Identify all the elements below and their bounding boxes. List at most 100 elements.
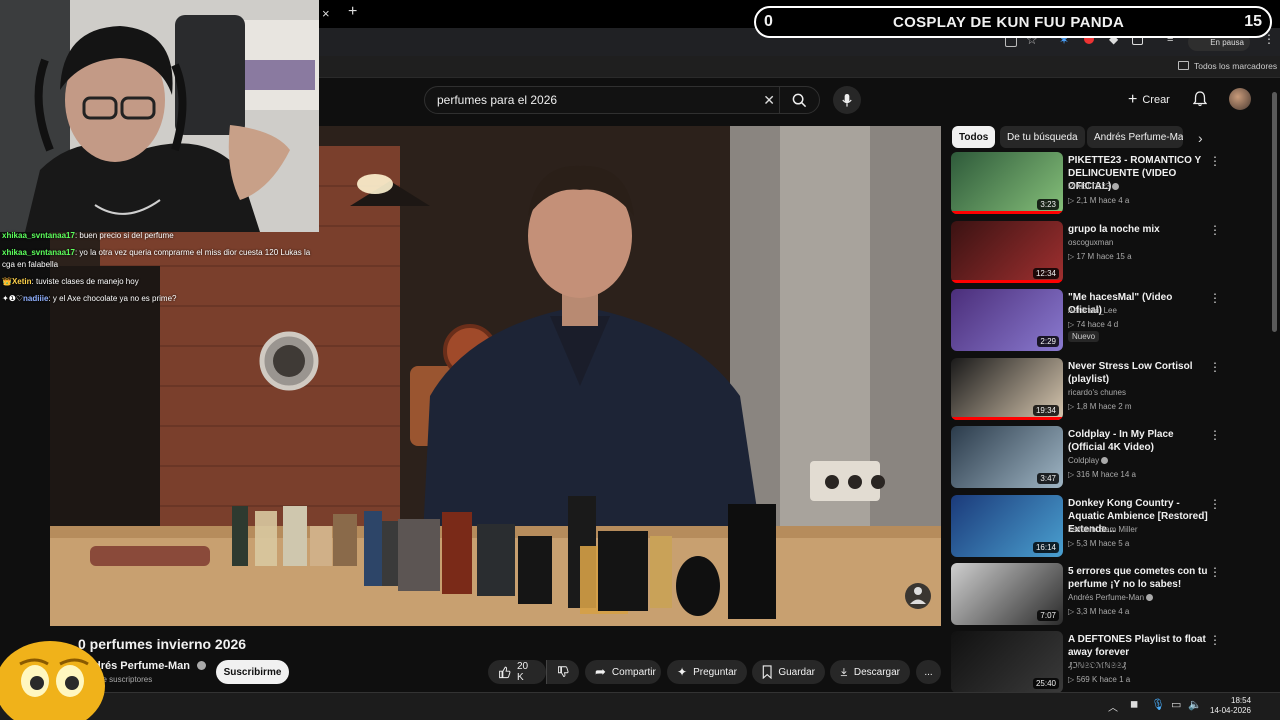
search-input[interactable]: perfumes para el 2026 ✕: [424, 86, 820, 114]
tray-expand-icon[interactable]: ︿: [1108, 699, 1118, 714]
recommendation-title[interactable]: grupo la noche mix: [1068, 223, 1208, 236]
folder-icon: [1178, 61, 1189, 70]
upload-age: hace 5 a: [1098, 539, 1130, 548]
recommendation-thumbnail[interactable]: 12:34: [951, 221, 1063, 283]
overlay-right-count: 15: [1244, 13, 1262, 30]
tray-app-icon[interactable]: ◼: [1130, 699, 1138, 710]
recommendation-channel[interactable]: ricardo's chunes: [1068, 388, 1126, 397]
more-actions-button[interactable]: ...: [916, 660, 941, 684]
chat-text: tuviste clases de manejo hoy: [35, 277, 139, 286]
recommendation-menu-icon[interactable]: ⋮: [1209, 360, 1221, 374]
share-button[interactable]: ➦ Compartir: [585, 660, 661, 684]
recommendation-menu-icon[interactable]: ⋮: [1209, 633, 1221, 647]
all-bookmarks-link[interactable]: Todos los marcadores: [1194, 61, 1277, 71]
chat-message: xhikaa_svntanaa17: buen precio si del pe…: [2, 230, 318, 242]
save-button[interactable]: Guardar: [752, 660, 825, 684]
view-count: 3,3 M: [1076, 607, 1097, 616]
clock-date: 14-04-2026: [1210, 706, 1251, 715]
watched-progress-bar: [951, 417, 1063, 420]
recommendation-title[interactable]: A DEFTONES Playlist to float away foreve…: [1068, 633, 1208, 659]
recommendation-channel[interactable]: Jammin' Sam Miller: [1068, 525, 1138, 534]
recommendation-menu-icon[interactable]: ⋮: [1209, 291, 1221, 305]
view-count: 1,8 M: [1076, 402, 1097, 411]
overlay-title: COSPLAY DE KUN FUU PANDA: [892, 13, 1125, 31]
recommendation-channel[interactable]: ₰ℑℕ𝔖𝔒ℳℕ𝔖𝔖₰: [1068, 661, 1126, 671]
video-duration: 2:29: [1037, 336, 1059, 347]
recommendation-menu-icon[interactable]: ⋮: [1209, 428, 1221, 442]
recommendation-item[interactable]: 25:40 A DEFTONES Playlist to float away …: [951, 631, 1271, 695]
overlay-left-count: 0: [764, 13, 773, 30]
paused-label: En pausa: [1210, 37, 1244, 47]
chip-from-search[interactable]: De tu búsqueda: [1000, 126, 1085, 148]
recommendation-menu-icon[interactable]: ⋮: [1209, 497, 1221, 511]
notifications-bell-icon[interactable]: [1193, 91, 1207, 107]
tray-network-icon[interactable]: ▭: [1171, 698, 1181, 711]
recommendation-thumbnail[interactable]: 7:07: [951, 563, 1063, 625]
microphone-icon: [842, 93, 852, 107]
recommendation-item[interactable]: 2:29 "Me hacesMal" (Video Oficial) Aarón…: [951, 289, 1271, 353]
chat-username[interactable]: nadiiie: [23, 294, 48, 303]
recommendation-menu-icon[interactable]: ⋮: [1209, 223, 1221, 237]
recommendation-channel[interactable]: Coldplay: [1068, 456, 1109, 465]
recommendation-thumbnail[interactable]: 19:34: [951, 358, 1063, 420]
close-tab-icon[interactable]: ×: [322, 6, 330, 21]
recommendation-channel-text: PIKETTE23: [1068, 182, 1111, 191]
ask-button[interactable]: ✦ Preguntar: [667, 660, 747, 684]
recommendation-channel-text: Andrés Perfume-Man: [1068, 593, 1145, 602]
recommendation-thumbnail[interactable]: 3:47: [951, 426, 1063, 488]
sparkle-icon: ✦: [677, 665, 688, 679]
recommendation-menu-icon[interactable]: ⋮: [1209, 154, 1221, 168]
search-button[interactable]: [779, 87, 819, 113]
download-button[interactable]: Descargar: [830, 660, 910, 684]
chip-all[interactable]: Todos: [952, 126, 996, 148]
account-avatar[interactable]: [1229, 88, 1251, 110]
recommendation-item[interactable]: 16:14 Donkey Kong Country - Aquatic Ambi…: [951, 495, 1271, 559]
recommendation-thumbnail[interactable]: 25:40: [951, 631, 1063, 693]
dislike-button[interactable]: [546, 660, 579, 684]
recommendation-item[interactable]: 3:23 PIKETTE23 - ROMANTICO Y DELINCUENTE…: [951, 152, 1271, 216]
system-taskbar: ︿ ◼ 🎙 ▭ 🔈 18:54 14-04-2026: [0, 692, 1280, 720]
new-tab-button[interactable]: +: [348, 3, 357, 21]
recommendation-thumbnail[interactable]: 16:14: [951, 495, 1063, 557]
recommendation-item[interactable]: 3:47 Coldplay - In My Place (Official 4K…: [951, 426, 1271, 490]
save-label: Guardar: [778, 666, 815, 678]
recommendation-title[interactable]: Never Stress Low Cortisol (playlist): [1068, 360, 1208, 386]
recommendation-channel[interactable]: Aarónski_Lee: [1068, 306, 1117, 315]
thumbs-up-icon: [499, 666, 511, 679]
chat-username[interactable]: xhikaa_svntanaa17: [2, 231, 75, 240]
recommendation-item[interactable]: 7:07 5 errores que cometes con tu perfum…: [951, 563, 1271, 627]
page-scrollbar[interactable]: [1272, 92, 1277, 332]
share-arrow-icon: ➦: [595, 664, 606, 679]
chat-username[interactable]: Xetin: [12, 277, 32, 286]
recommendation-item[interactable]: 19:34 Never Stress Low Cortisol (playlis…: [951, 358, 1271, 422]
recommendation-thumbnail[interactable]: 2:29: [951, 289, 1063, 351]
clear-search-icon[interactable]: ✕: [763, 92, 775, 109]
verified-icon: [1112, 183, 1120, 190]
recommendation-item[interactable]: 12:34 grupo la noche mix oscoguxman ▷ 17…: [951, 221, 1271, 285]
subscribe-button[interactable]: Suscribirme: [216, 660, 289, 684]
bookmark-icon: [762, 665, 772, 679]
recommendation-meta: ▷ 1,8 M hace 2 m: [1068, 402, 1132, 411]
chip-channel[interactable]: Andrés Perfume-Man: [1087, 126, 1183, 148]
recommendation-channel[interactable]: oscoguxman: [1068, 238, 1113, 247]
tray-mic-icon[interactable]: 🎙: [1151, 698, 1165, 711]
chips-next-chevron-icon[interactable]: ›: [1198, 130, 1203, 146]
tray-volume-icon[interactable]: 🔈: [1188, 698, 1202, 711]
download-label: Descargar: [853, 666, 900, 678]
recommendation-channel[interactable]: PIKETTE23: [1068, 182, 1120, 191]
chat-badges: 👑: [2, 277, 12, 286]
recommendation-thumbnail[interactable]: 3:23: [951, 152, 1063, 214]
upload-age: hace 4 d: [1087, 320, 1119, 329]
ask-label: Preguntar: [693, 666, 737, 678]
create-button[interactable]: + Crear: [1128, 91, 1170, 109]
recommendation-menu-icon[interactable]: ⋮: [1209, 565, 1221, 579]
recommendation-meta: ▷ 3,3 M hace 4 a: [1068, 607, 1129, 616]
recommendation-channel[interactable]: Andrés Perfume-Man: [1068, 593, 1154, 602]
recommendation-title[interactable]: Coldplay - In My Place (Official 4K Vide…: [1068, 428, 1208, 454]
chat-username[interactable]: xhikaa_svntanaa17: [2, 248, 75, 257]
verified-icon: [1101, 457, 1109, 464]
recommendation-title[interactable]: 5 errores que cometes con tu perfume ¡Y …: [1068, 565, 1208, 591]
video-duration: 7:07: [1037, 610, 1059, 621]
voice-search-button[interactable]: [833, 86, 861, 114]
like-button[interactable]: 20 K: [488, 660, 546, 684]
